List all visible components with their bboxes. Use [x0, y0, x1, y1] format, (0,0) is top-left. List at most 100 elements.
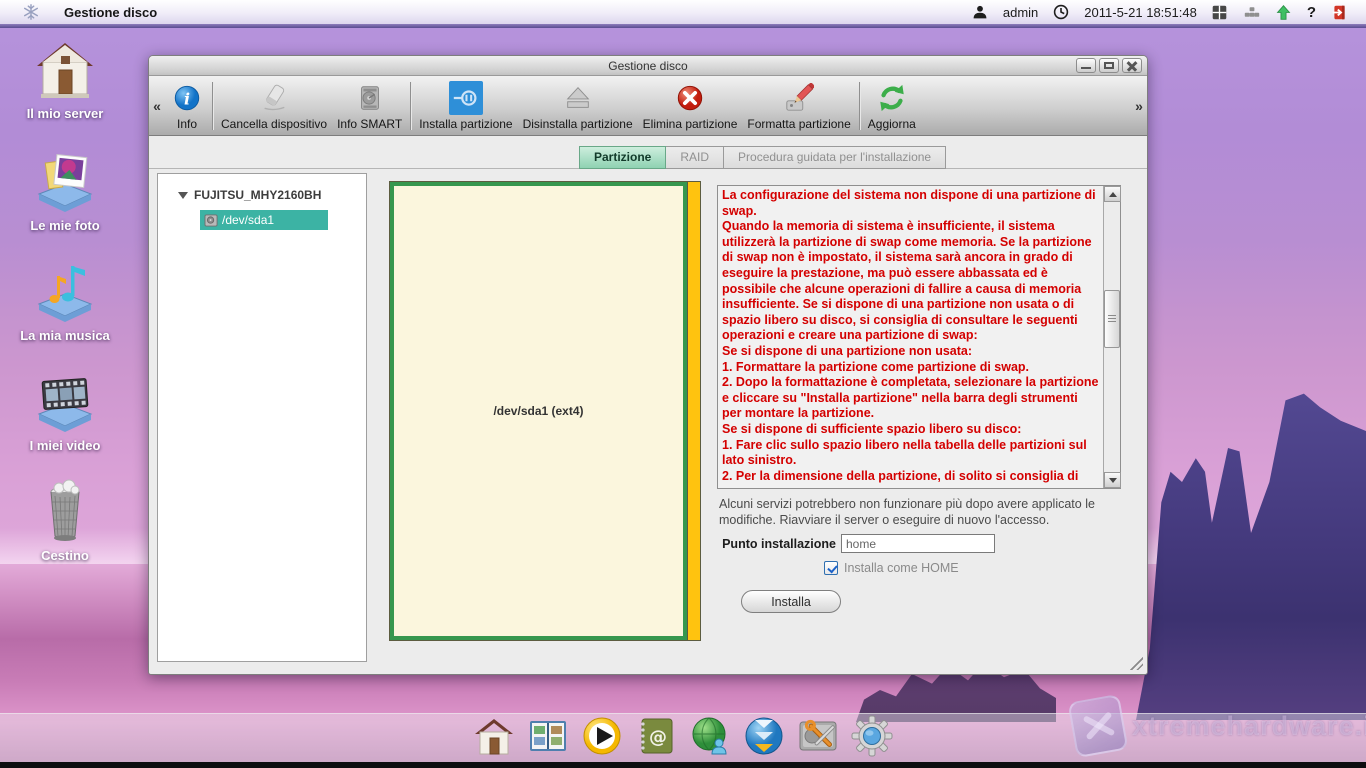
unmount-partition-button[interactable]: Disinstalla partizione	[518, 78, 638, 134]
desktop-icon-label: Cestino	[14, 548, 116, 563]
device-tree-panel: FUJITSU_MHY2160BH /dev/sda1	[157, 173, 367, 662]
eject-icon	[561, 81, 595, 115]
free-space-block[interactable]	[687, 182, 700, 640]
dock-chat-globe-icon[interactable]	[687, 713, 733, 759]
desktop-icon-my-videos[interactable]: I miei video	[14, 368, 116, 453]
desktop-icon-my-photos[interactable]: Le mie foto	[14, 148, 116, 233]
tab-install-wizard[interactable]: Procedura guidata per l'installazione	[724, 146, 946, 169]
desktop-icon-trash[interactable]: Cestino	[14, 478, 116, 563]
user-icon[interactable]	[971, 3, 989, 21]
window-resize-grip[interactable]	[1128, 655, 1143, 670]
scroll-down-button[interactable]	[1104, 472, 1121, 488]
mount-point-label: Punto installazione	[717, 537, 841, 551]
home-checkbox-row: Installa come HOME	[824, 561, 959, 575]
mount-plug-icon	[449, 81, 483, 115]
dock-address-book-icon[interactable]: @	[633, 713, 679, 759]
music-folder-icon	[33, 258, 97, 324]
device-name: FUJITSU_MHY2160BH	[194, 188, 321, 202]
svg-text:i: i	[184, 89, 190, 108]
scroll-up-button[interactable]	[1104, 186, 1121, 202]
tab-partizione[interactable]: Partizione	[579, 146, 666, 169]
trash-icon	[33, 478, 97, 544]
scrollbar[interactable]	[1103, 186, 1120, 488]
logout-icon[interactable]	[1330, 3, 1348, 21]
smart-info-button[interactable]: Info SMART	[332, 78, 407, 134]
partition-name: /dev/sda1	[222, 213, 274, 227]
menu-bar-divider	[0, 24, 1366, 28]
dock-settings-gear-icon[interactable]	[849, 713, 895, 759]
window-title: Gestione disco	[608, 59, 687, 73]
app-logo-icon[interactable]	[22, 3, 40, 21]
tree-node-device[interactable]: FUJITSU_MHY2160BH	[166, 188, 358, 202]
partition-block-label: /dev/sda1 (ext4)	[493, 404, 583, 418]
toolbar-scroll-right[interactable]: »	[1131, 98, 1147, 114]
dock-media-player-icon[interactable]	[579, 713, 625, 759]
partition-map: /dev/sda1 (ext4)	[389, 181, 701, 641]
minimize-button[interactable]	[1076, 58, 1096, 73]
workgroup-icon[interactable]	[1243, 3, 1261, 21]
system-datetime: 2011-5-21 18:51:48	[1084, 5, 1197, 20]
scrollbar-thumb[interactable]	[1104, 290, 1120, 348]
toolbar-scroll-left[interactable]: «	[149, 98, 165, 114]
arrow-down-icon	[1109, 478, 1117, 483]
delete-partition-button[interactable]: Elimina partizione	[638, 78, 743, 134]
partition-block-sda1[interactable]: /dev/sda1 (ext4)	[390, 182, 687, 640]
info-button[interactable]: i Info	[165, 78, 209, 134]
home-folder-icon	[33, 36, 97, 102]
watermark-logo-icon	[1068, 694, 1129, 758]
mount-point-input[interactable]	[841, 534, 995, 553]
format-pencil-icon	[782, 81, 816, 115]
disk-icon	[204, 214, 219, 227]
upload-arrow-icon[interactable]	[1275, 3, 1293, 21]
erase-device-button[interactable]: Cancella dispositivo	[216, 78, 332, 134]
desktop-icon-my-music[interactable]: La mia musica	[14, 258, 116, 343]
desktop-icon-label: Le mie foto	[14, 218, 116, 233]
arrow-up-icon	[1109, 192, 1117, 197]
active-app-title: Gestione disco	[64, 5, 157, 20]
desktop-icon-my-server[interactable]: Il mio server	[14, 36, 116, 121]
tab-raid[interactable]: RAID	[666, 146, 724, 169]
photos-folder-icon	[33, 148, 97, 214]
swap-info-box: La configurazione del sistema non dispon…	[717, 185, 1121, 489]
toolbar-separator	[410, 82, 411, 130]
close-button[interactable]	[1122, 58, 1142, 73]
help-icon[interactable]: ?	[1307, 4, 1316, 21]
smart-disk-icon	[353, 81, 387, 115]
dock-disk-utility-icon[interactable]	[795, 713, 841, 759]
tree-node-partition[interactable]: /dev/sda1	[200, 210, 358, 230]
watermark: xtremehardware.it	[1072, 698, 1366, 754]
mount-partition-button[interactable]: Installa partizione	[414, 78, 517, 134]
delete-cross-icon	[673, 81, 707, 115]
desktop-icon-label: I miei video	[14, 438, 116, 453]
format-partition-button[interactable]: Formatta partizione	[742, 78, 855, 134]
install-button[interactable]: Installa	[741, 590, 841, 613]
desktop-icon-label: Il mio server	[14, 106, 116, 121]
clock-icon	[1052, 3, 1070, 21]
apps-grid-icon[interactable]	[1211, 3, 1229, 21]
service-notice-text: Alcuni servizi potrebbero non funzionare…	[719, 496, 1127, 528]
tab-bar: Partizione RAID Procedura guidata per l'…	[579, 146, 946, 169]
maximize-button[interactable]	[1099, 58, 1119, 73]
toolbar-separator	[859, 82, 860, 130]
install-home-checkbox[interactable]	[824, 561, 838, 575]
dock-photo-album-icon[interactable]	[525, 713, 571, 759]
top-menu-bar: Gestione disco admin 2011-5-21 18:51:48 …	[0, 0, 1366, 24]
install-home-label: Installa come HOME	[844, 561, 959, 575]
videos-folder-icon	[33, 368, 97, 434]
window-title-bar[interactable]: Gestione disco	[149, 56, 1147, 76]
logged-in-user: admin	[1003, 5, 1038, 20]
desktop: Gestione disco admin 2011-5-21 18:51:48 …	[0, 0, 1366, 768]
refresh-icon	[875, 81, 909, 115]
tree-expand-caret-icon[interactable]	[178, 192, 188, 199]
watermark-text: xtremehardware.it	[1132, 711, 1366, 742]
refresh-button[interactable]: Aggiorna	[863, 78, 921, 134]
desktop-icon-label: La mia musica	[14, 328, 116, 343]
bottom-edge	[0, 762, 1366, 768]
dock-download-sphere-icon[interactable]	[741, 713, 787, 759]
mount-point-row: Punto installazione	[717, 534, 1127, 553]
dock-home-icon[interactable]	[471, 713, 517, 759]
disk-management-window: Gestione disco « i Info	[148, 55, 1148, 675]
toolbar-separator	[212, 82, 213, 130]
toolbar: « i Info Cancella dispositivo Inf	[149, 76, 1147, 136]
swap-warning-text: La configurazione del sistema non dispon…	[722, 188, 1100, 484]
